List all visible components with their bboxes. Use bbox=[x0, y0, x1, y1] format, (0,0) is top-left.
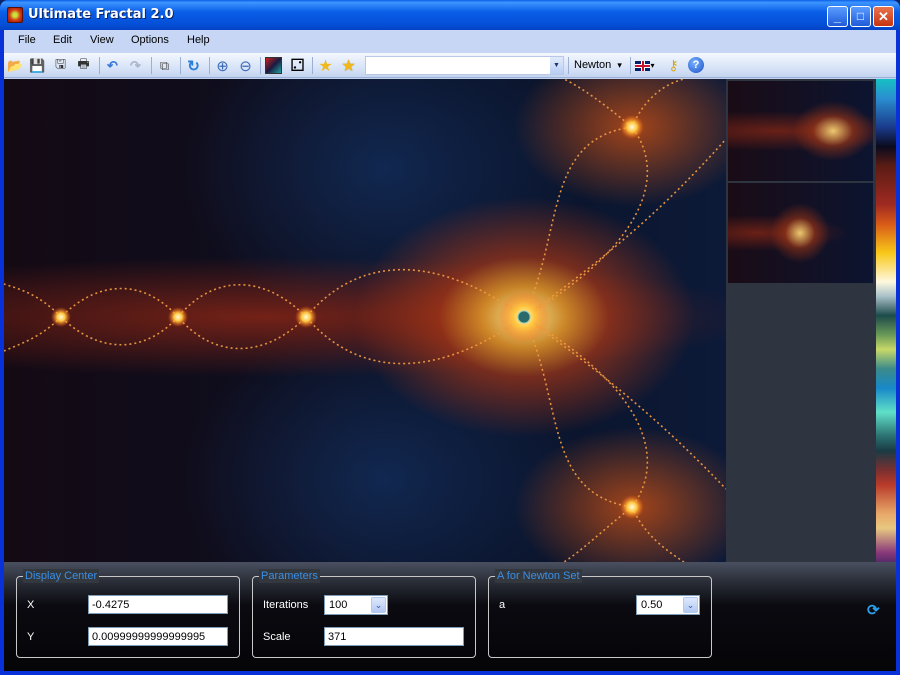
chevron-down-icon[interactable]: ⌄ bbox=[683, 597, 698, 613]
a-select[interactable]: 0.50 ⌄ bbox=[636, 595, 700, 615]
key-icon[interactable]: ⚷ bbox=[665, 57, 682, 74]
title-bar[interactable]: Ultimate Fractal 2.0 _ □ ✕ bbox=[0, 0, 900, 30]
a-label: a bbox=[499, 599, 506, 611]
zoom-in-icon[interactable]: ⊕ bbox=[214, 57, 231, 75]
print-icon[interactable]: 🖶 bbox=[75, 56, 92, 74]
favorites-icon[interactable]: ★ bbox=[340, 57, 357, 75]
favorites-combo[interactable]: ▼ bbox=[365, 56, 564, 75]
group-title: Parameters bbox=[259, 569, 320, 583]
group-title: Display Center bbox=[23, 569, 100, 583]
display-center-group: Display Center X Y bbox=[16, 569, 240, 658]
close-button[interactable]: ✕ bbox=[873, 6, 894, 27]
preview-thumbnail[interactable] bbox=[728, 183, 873, 283]
color-palette-strip[interactable] bbox=[876, 79, 896, 562]
iterations-select[interactable]: 100 ⌄ bbox=[324, 595, 388, 615]
y-label: Y bbox=[27, 631, 35, 643]
menu-file[interactable]: File bbox=[18, 34, 36, 46]
menu-options[interactable]: Options bbox=[131, 34, 169, 46]
help-icon[interactable]: ? bbox=[688, 57, 704, 73]
toolbar-separator bbox=[568, 57, 569, 74]
palette-icon[interactable] bbox=[265, 57, 282, 74]
save-icon[interactable]: 💾 bbox=[29, 57, 46, 74]
maximize-button[interactable]: □ bbox=[850, 6, 871, 27]
menu-help[interactable]: Help bbox=[187, 34, 210, 46]
parameters-group: Parameters Iterations 100 ⌄ Scale bbox=[252, 569, 476, 658]
toolbar-separator bbox=[260, 57, 261, 74]
save-as-icon[interactable]: 🖫 bbox=[52, 56, 69, 74]
random-dice-icon[interactable]: ⚁ bbox=[289, 56, 306, 75]
open-icon[interactable]: 📂 bbox=[7, 57, 24, 74]
parameters-panel: Display Center X Y Parameters Iterations… bbox=[4, 562, 896, 671]
group-title: A for Newton Set bbox=[495, 569, 582, 583]
iterations-label: Iterations bbox=[263, 599, 309, 611]
combo-dropdown-button[interactable]: ▼ bbox=[550, 57, 563, 74]
toolbar-separator bbox=[209, 57, 210, 74]
toolbar-separator bbox=[312, 57, 313, 74]
language-dropdown[interactable]: ▾ bbox=[635, 57, 655, 74]
menu-edit[interactable]: Edit bbox=[53, 34, 72, 46]
minimize-button[interactable]: _ bbox=[827, 6, 848, 27]
app-icon bbox=[7, 7, 23, 23]
chevron-down-icon: ▾ bbox=[650, 61, 655, 70]
fractal-node bbox=[168, 307, 188, 327]
x-input[interactable] bbox=[88, 595, 228, 614]
fractal-canvas[interactable] bbox=[4, 79, 726, 562]
add-favorite-icon[interactable]: ★ bbox=[317, 57, 334, 75]
menu-view[interactable]: View bbox=[90, 34, 114, 46]
refresh-icon[interactable]: ↻ bbox=[185, 57, 202, 75]
window-title: Ultimate Fractal 2.0 bbox=[28, 7, 174, 22]
fractal-node bbox=[620, 115, 644, 139]
app-window: Ultimate Fractal 2.0 _ □ ✕ File Edit Vie… bbox=[0, 0, 900, 675]
copy-icon[interactable]: ⧉ bbox=[156, 57, 173, 74]
zoom-out-icon[interactable]: ⊖ bbox=[237, 57, 254, 75]
scale-label: Scale bbox=[263, 631, 291, 643]
undo-icon[interactable]: ↶ bbox=[104, 57, 121, 74]
toolbar-separator bbox=[180, 57, 181, 74]
scale-input[interactable] bbox=[324, 627, 464, 646]
iterations-value: 100 bbox=[329, 599, 348, 611]
toolbar-separator bbox=[630, 57, 631, 74]
fractal-node bbox=[51, 307, 71, 327]
fractal-node bbox=[295, 306, 317, 328]
x-label: X bbox=[27, 599, 35, 611]
client-area: File Edit View Options Help 📂 💾 🖫 🖶 ↶ ↷ … bbox=[4, 30, 896, 671]
chevron-down-icon: ▾ bbox=[617, 60, 622, 70]
toolbar-separator bbox=[99, 57, 100, 74]
fractal-node-core bbox=[517, 310, 531, 324]
preview-panel bbox=[726, 79, 876, 562]
chevron-down-icon[interactable]: ⌄ bbox=[371, 597, 386, 613]
preview-thumbnail[interactable] bbox=[728, 81, 873, 181]
fractal-type-dropdown[interactable]: Newton ▾ bbox=[574, 59, 622, 71]
menu-bar: File Edit View Options Help bbox=[4, 30, 896, 53]
fractal-node bbox=[620, 495, 644, 519]
fractal-image bbox=[4, 79, 726, 562]
fractal-type-label: Newton bbox=[574, 59, 612, 71]
refresh-icon[interactable]: ⟳ bbox=[867, 603, 883, 619]
toolbar: 📂 💾 🖫 🖶 ↶ ↷ ⧉ ↻ ⊕ ⊖ ⚁ ★ ★ ▼ Newton ▾ ▾ ⚷… bbox=[4, 53, 896, 78]
a-value: 0.50 bbox=[641, 599, 663, 611]
y-input[interactable] bbox=[88, 627, 228, 646]
fractal-filaments bbox=[4, 79, 726, 562]
redo-icon[interactable]: ↷ bbox=[127, 57, 144, 74]
flag-uk-icon bbox=[635, 60, 651, 71]
toolbar-separator bbox=[151, 57, 152, 74]
newton-a-group: A for Newton Set a 0.50 ⌄ bbox=[488, 569, 712, 658]
